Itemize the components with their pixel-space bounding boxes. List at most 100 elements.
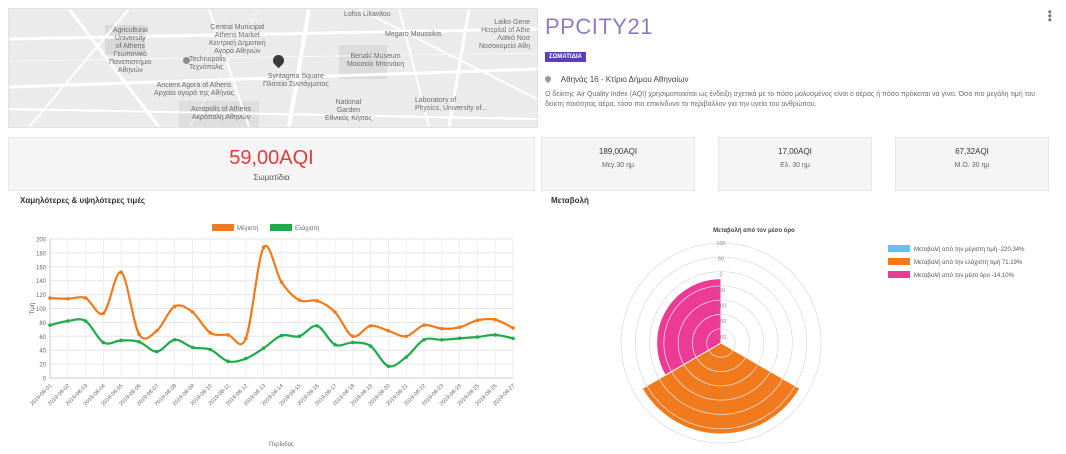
legend-label-min: Ελάχιστη	[295, 225, 319, 232]
data-point-max	[404, 334, 408, 339]
y-tick-label: 80	[39, 321, 46, 327]
data-point-min	[119, 338, 124, 343]
map-label-market: Central Municipal Athens Market Κεντρική…	[209, 24, 266, 55]
data-point-max	[155, 328, 159, 333]
location-map[interactable]: Agricultural University of Athens Γεωπον…	[8, 8, 538, 128]
data-point-max	[386, 328, 391, 333]
data-point-min	[244, 356, 248, 361]
legend-label-max: Μέγιστη	[237, 225, 258, 232]
polar-tick-label: -200	[715, 335, 726, 341]
data-point-min	[66, 319, 70, 323]
data-point-min	[279, 333, 284, 338]
map-label-agora: Ancient Agora of Athens Αρχαία αγορά της…	[154, 82, 235, 97]
location-pin-icon	[543, 74, 553, 84]
station-location-text: Αθηνάς 16 - Κτίριο Δήμου Αθηναίων	[560, 75, 689, 84]
current-aqi-label: Σωματίδια	[253, 173, 290, 182]
data-point-min	[350, 340, 355, 345]
map-label-physics: Laboratory of Physics, University of...	[415, 97, 488, 112]
data-point-max	[350, 334, 355, 339]
data-point-min	[137, 340, 141, 344]
data-point-min	[333, 342, 337, 347]
data-point-min	[101, 340, 106, 345]
map-label-technopolis: Technopolis Τεχνόπολις	[189, 56, 226, 71]
data-point-max	[226, 333, 230, 337]
y-tick-label: 20	[39, 363, 46, 369]
avg-30d-value: 67,32AQI	[955, 147, 989, 156]
data-point-max	[172, 304, 177, 309]
y-tick-label: 120	[36, 293, 47, 299]
data-point-min	[315, 324, 319, 328]
current-aqi-value: 59,00AQI	[229, 147, 314, 169]
data-point-max	[190, 310, 195, 314]
data-point-max	[368, 324, 373, 328]
station-location: Αθηνάς 16 - Κτίριο Δήμου Αθηναίων	[543, 74, 689, 84]
data-point-min	[48, 323, 52, 327]
map-label-benaki: Benaki Museum Μουσείο Μπενάκη	[347, 53, 405, 68]
data-point-min	[475, 335, 480, 339]
legend-swatch-min	[270, 224, 292, 231]
data-point-min	[226, 359, 230, 364]
min-30d-label: Ελ. 30 ημ	[780, 162, 810, 169]
y-tick-label: 180	[36, 251, 47, 257]
y-tick-label: 100	[36, 307, 47, 313]
data-point-max	[315, 299, 319, 303]
map-label-acropolis: Acropolis of Athens Ακρόπολη Αθηνών	[191, 106, 251, 121]
polar-tick-label: -150	[715, 319, 726, 325]
data-point-max	[297, 298, 302, 302]
data-point-max	[457, 325, 462, 330]
map-label-garden: National Garden Εθνικός Κήπος	[325, 99, 372, 122]
data-point-max	[66, 296, 70, 301]
map-label-lofos: Lofos Likavitou	[344, 11, 391, 18]
polar-tick-label: -50	[717, 288, 725, 294]
pollutant-badge: ΣΩΜΑΤΙΔΙΑ	[545, 52, 586, 62]
aqi-description: Ο δείκτης Air Quality Index (AQI) χρησιμ…	[545, 91, 1036, 108]
data-point-max	[101, 311, 106, 316]
data-point-min	[261, 346, 266, 350]
y-tick-label: 160	[36, 265, 47, 271]
polar-tick-label: 100	[716, 241, 725, 247]
data-point-max	[244, 336, 248, 341]
data-point-min	[511, 336, 515, 341]
y-tick-label: 40	[39, 349, 46, 355]
data-point-max	[137, 332, 141, 337]
data-point-max	[422, 323, 426, 327]
current-aqi-card: 59,00AQI Σωματίδια	[8, 137, 535, 191]
x-axis-title: Περίοδος	[269, 442, 294, 448]
polar-legend-swatch-min	[888, 258, 910, 265]
max-30d-value: 189,00AQI	[598, 147, 638, 156]
data-point-min	[422, 337, 426, 342]
data-point-min	[155, 349, 159, 354]
data-point-max	[475, 318, 480, 323]
map-label-agricultural: Agricultural University of Athens Γεωπον…	[109, 27, 152, 74]
data-point-max	[261, 245, 266, 250]
data-point-min	[493, 333, 497, 337]
max-30d-label: Μεγ.30 ημ	[601, 162, 635, 169]
data-point-max	[511, 326, 515, 330]
avg-30d-card: 67,32AQI Μ.Ο. 30 ημ	[895, 137, 1049, 191]
change-section-title: Μεταβολή	[551, 196, 589, 205]
data-point-min	[386, 364, 391, 368]
min-30d-value: 17,00AQI	[778, 147, 812, 156]
data-point-min	[457, 336, 462, 341]
data-point-max	[48, 296, 52, 300]
station-title: PPCITY21	[545, 14, 653, 39]
data-point-max	[333, 310, 337, 314]
map-label-megaro: Megaro Moussikis	[385, 31, 442, 38]
polar-tick-label: 50	[718, 257, 724, 263]
data-point-min	[297, 334, 302, 339]
avg-30d-label: Μ.Ο. 30 ημ	[954, 162, 990, 169]
polar-legend-swatch-max	[888, 245, 910, 252]
y-tick-label: 0	[43, 377, 47, 383]
data-point-max	[208, 331, 213, 335]
data-point-min	[83, 319, 88, 323]
data-point-min	[190, 345, 195, 350]
change-polar-chart: Μεταβολή από τον μέσο όρο 100 50 0 -50 -100 -1…	[620, 228, 1025, 444]
polar-legend-label-max: Μεταβολή από την μέγιστη τιμή -220.34%	[914, 246, 1025, 253]
y-tick-label: 140	[36, 279, 47, 285]
min-max-section-title: Χαμηλότερες & υψηλότερες τιμές	[20, 196, 146, 205]
y-tick-label: 60	[39, 335, 46, 341]
min-max-line-chart: 0204060801001201401601802002019-08-01201…	[29, 224, 516, 448]
data-point-max	[493, 317, 497, 322]
map-label-laiko: Laiko Gene Hospital of Athe Λαϊκό Νοσ Νο…	[479, 19, 531, 50]
more-options-icon[interactable]: • • •	[1048, 6, 1052, 26]
